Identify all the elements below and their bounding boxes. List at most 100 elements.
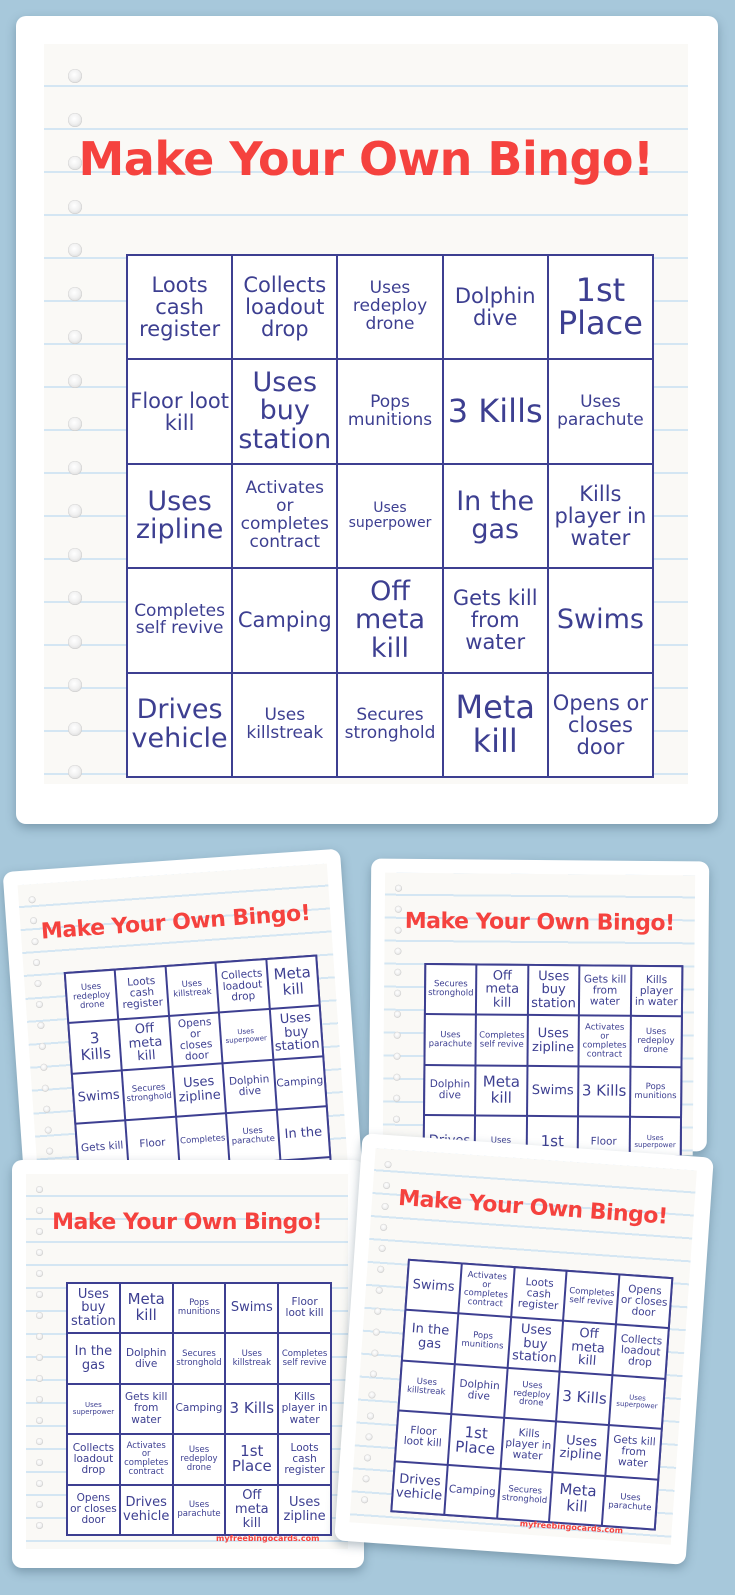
bingo-cell[interactable]: Uses superpower <box>610 1376 665 1428</box>
bingo-cell[interactable]: Dolphin dive <box>223 1060 276 1113</box>
bingo-cell[interactable]: Kills player in water <box>548 464 652 568</box>
bingo-cell[interactable]: Uses buy station <box>508 1318 563 1371</box>
bingo-cell[interactable]: Swims <box>226 1284 278 1333</box>
bingo-cell[interactable]: Camping <box>445 1465 500 1518</box>
bingo-cell[interactable]: 3 Kills <box>443 360 547 463</box>
bingo-cell[interactable]: Camping <box>173 1384 225 1434</box>
bingo-cell[interactable]: Dolphin dive <box>425 1065 475 1115</box>
bingo-cell[interactable]: Camping <box>233 569 337 672</box>
bingo-cell[interactable]: Uses buy station <box>233 360 337 463</box>
bingo-cell[interactable]: Uses killstreak <box>233 673 337 776</box>
bingo-cell[interactable]: Kills player in water <box>279 1384 330 1434</box>
bingo-cell[interactable]: Secures stronghold <box>173 1334 225 1383</box>
bingo-cell[interactable]: 3 Kills <box>69 1020 122 1073</box>
bingo-cell[interactable]: 1st Place <box>448 1415 503 1468</box>
bingo-cell[interactable]: Opens or closes door <box>169 1013 222 1066</box>
bingo-cell[interactable]: In the <box>277 1107 330 1160</box>
bingo-cell[interactable]: Gets kill from water <box>120 1384 172 1434</box>
bingo-cell[interactable]: In the gas <box>402 1311 458 1363</box>
bingo-cell[interactable]: 3 Kills <box>579 1067 630 1116</box>
bingo-cell[interactable]: Loots cash register <box>279 1435 330 1484</box>
bingo-cell[interactable]: Uses redeploy drone <box>504 1368 559 1421</box>
bingo-cell[interactable]: Off meta kill <box>338 569 442 672</box>
bingo-cell[interactable]: Gets kill from water <box>443 569 547 672</box>
bingo-cell[interactable]: 1st Place <box>548 256 652 359</box>
bingo-cell[interactable]: Completes <box>176 1114 229 1167</box>
bingo-cell[interactable]: Activates or completes contract <box>233 464 337 568</box>
preview-card-1[interactable]: Make Your Own Bingo! Uses redeploy drone… <box>2 848 364 1210</box>
bingo-cell[interactable]: Floor loot kill <box>395 1411 450 1464</box>
bingo-cell[interactable]: 3 Kills <box>226 1384 278 1434</box>
bingo-cell[interactable]: Loots cash register <box>511 1268 566 1321</box>
bingo-cell[interactable]: Opens or closes door <box>617 1275 672 1328</box>
preview-card-2[interactable]: Make Your Own Bingo! Secures stronghold O… <box>368 858 710 1156</box>
bingo-cell[interactable]: Off meta kill <box>119 1017 172 1070</box>
bingo-cell[interactable]: Swims <box>548 569 652 672</box>
bingo-cell[interactable]: Completes self revive <box>564 1271 619 1324</box>
bingo-cell[interactable]: Uses zipline <box>553 1422 609 1475</box>
bingo-cell[interactable]: Gets kill from water <box>606 1426 661 1479</box>
bingo-cell[interactable]: Completes self revive <box>279 1334 330 1383</box>
bingo-cell[interactable]: Uses buy station <box>68 1284 119 1333</box>
bingo-cell[interactable]: Swims <box>72 1071 125 1123</box>
bingo-cell[interactable]: Activates or completes contract <box>579 1016 630 1066</box>
bingo-cell[interactable]: Completes self revive <box>476 1015 527 1065</box>
bingo-cell[interactable]: Uses zipline <box>279 1485 330 1534</box>
bingo-cell[interactable]: Pops munitions <box>455 1314 510 1367</box>
preview-card-3[interactable]: Make Your Own Bingo! Uses buy station Met… <box>12 1160 364 1568</box>
bingo-cell[interactable]: Opens or closes door <box>548 673 652 776</box>
bingo-cell[interactable]: Meta kill <box>443 673 547 776</box>
bingo-cell[interactable]: Meta kill <box>120 1284 172 1333</box>
bingo-cell[interactable]: Uses zipline <box>173 1064 226 1116</box>
bingo-cell[interactable]: Uses superpower <box>220 1010 272 1063</box>
bingo-cell[interactable]: Collects loadout drop <box>68 1435 119 1484</box>
bingo-cell[interactable]: Drives vehicle <box>392 1461 447 1514</box>
bingo-cell[interactable]: Dolphin dive <box>120 1334 172 1383</box>
bingo-cell[interactable]: Uses parachute <box>548 360 652 463</box>
bingo-cell[interactable]: Off meta kill <box>560 1322 616 1374</box>
bingo-cell[interactable]: Uses superpower <box>68 1384 119 1434</box>
bingo-cell[interactable]: 1st Place <box>226 1435 278 1484</box>
bingo-cell[interactable]: Floor loot kill <box>279 1284 330 1333</box>
bingo-cell[interactable]: Pops munitions <box>338 360 442 463</box>
bingo-cell[interactable]: Collects loadout drop <box>233 256 337 359</box>
bingo-cell[interactable]: Activates or completes contract <box>459 1264 514 1317</box>
bingo-cell[interactable]: Uses superpower <box>630 1117 681 1156</box>
bingo-cell[interactable]: Uses zipline <box>528 1016 579 1066</box>
bingo-cell[interactable]: Uses killstreak <box>399 1361 454 1414</box>
bingo-cell[interactable]: Uses redeploy drone <box>173 1435 225 1484</box>
bingo-cell[interactable]: Uses killstreak <box>226 1334 278 1383</box>
bingo-cell[interactable]: Meta kill <box>476 1066 527 1116</box>
bingo-cell[interactable]: Meta kill <box>266 956 319 1009</box>
bingo-cell[interactable]: Dolphin dive <box>443 256 547 359</box>
bingo-cell[interactable]: Loots cash register <box>116 967 168 1019</box>
bingo-cell[interactable]: Gets kill from water <box>580 966 630 1016</box>
bingo-cell[interactable]: Uses buy station <box>270 1006 323 1059</box>
bingo-cell[interactable]: In the gas <box>443 464 547 568</box>
bingo-cell[interactable]: Drives vehicle <box>120 1485 172 1534</box>
bingo-cell[interactable]: Uses killstreak <box>166 963 219 1016</box>
bingo-cell[interactable]: Secures stronghold <box>123 1067 175 1120</box>
bingo-cell[interactable]: Kills player in water <box>631 966 682 1016</box>
bingo-cell[interactable]: Floor loot kill <box>128 360 232 463</box>
bingo-cell[interactable]: Secures stronghold <box>338 673 442 776</box>
bingo-cell[interactable]: Uses parachute <box>603 1476 658 1529</box>
bingo-cell[interactable]: In the gas <box>68 1334 119 1383</box>
preview-card-4[interactable]: Make Your Own Bingo! Swims Activates or c… <box>334 1133 714 1565</box>
bingo-cell[interactable]: Pops munitions <box>173 1284 225 1333</box>
bingo-cell[interactable]: Uses zipline <box>128 464 232 568</box>
bingo-cell[interactable]: Off meta kill <box>477 965 528 1015</box>
bingo-cell[interactable]: Collects loadout drop <box>216 960 269 1012</box>
bingo-cell[interactable]: Secures stronghold <box>425 965 476 1014</box>
bingo-cell[interactable]: Meta kill <box>550 1472 605 1525</box>
bingo-cell[interactable]: Uses redeploy drone <box>631 1017 681 1067</box>
bingo-cell[interactable]: Dolphin dive <box>452 1365 507 1417</box>
bingo-cell[interactable]: Uses parachute <box>173 1485 225 1534</box>
bingo-cell[interactable]: Kills player in water <box>501 1419 556 1471</box>
bingo-cell[interactable]: Uses redeploy drone <box>338 256 442 359</box>
bingo-cell[interactable]: Camping <box>274 1057 326 1109</box>
bingo-cell[interactable]: Opens or closes door <box>68 1485 119 1534</box>
bingo-cell[interactable]: Uses parachute <box>425 1015 476 1065</box>
bingo-cell[interactable]: Pops munitions <box>630 1067 681 1117</box>
bingo-cell[interactable]: Uses parachute <box>227 1110 279 1163</box>
